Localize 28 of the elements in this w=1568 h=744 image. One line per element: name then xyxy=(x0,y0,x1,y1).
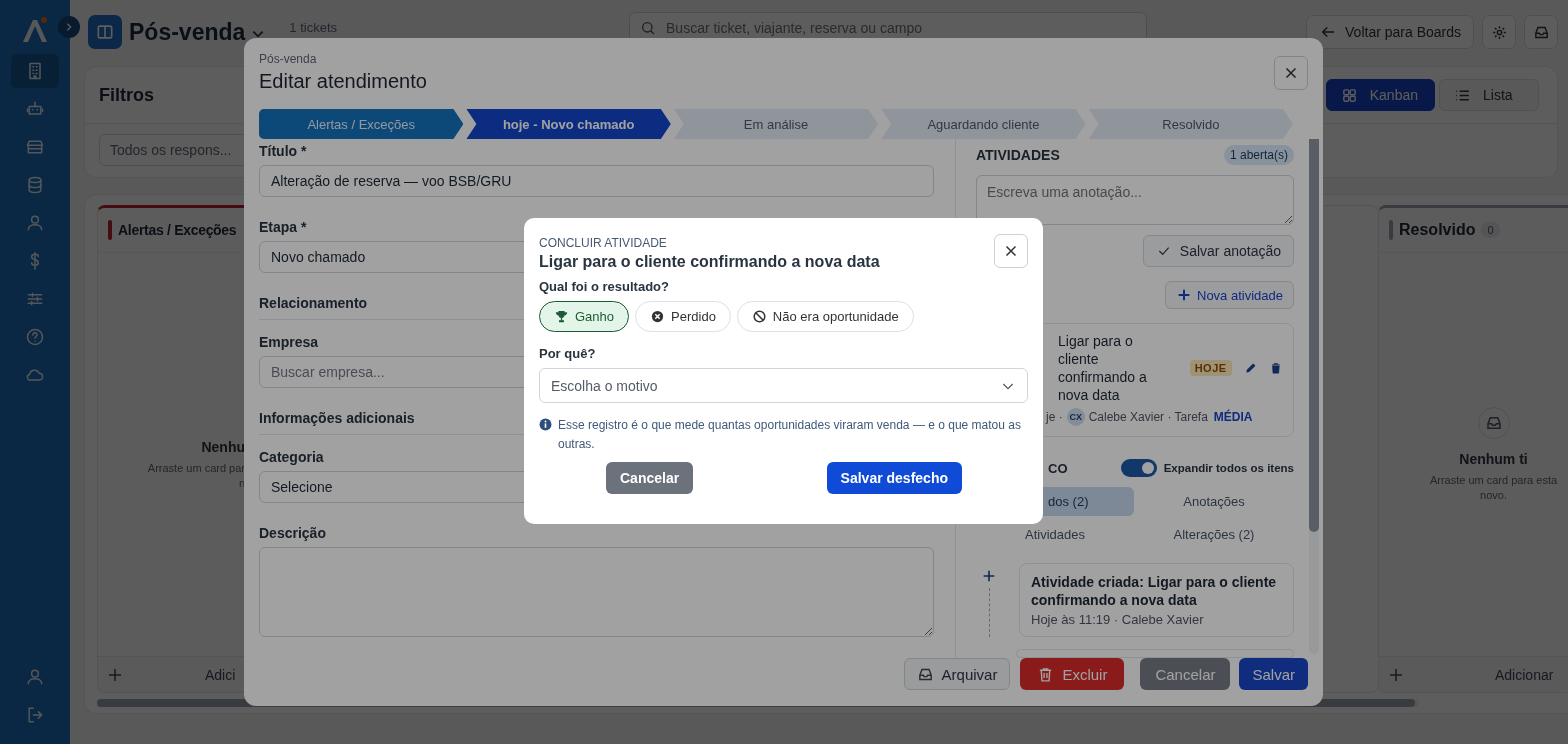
empty-title: Nenhu xyxy=(201,438,245,455)
priority-label: MÉDIA xyxy=(1213,410,1253,424)
empty-title: Nenhum ti xyxy=(1459,450,1528,467)
dialog-title: Ligar para o cliente confirmando a nova data xyxy=(539,253,880,271)
event-meta: Hoje às 11:19 · Calebe Xavier xyxy=(1031,612,1205,627)
activities-title: ATIVIDADES xyxy=(976,147,1060,163)
event-title: Atividade criada: Ligar para o cliente confirmando a nova data xyxy=(1031,573,1278,609)
field-label: Categoria xyxy=(259,449,325,465)
reason-label: Por quê? xyxy=(539,346,597,361)
toggle-label: Expandir todos os itens xyxy=(1163,462,1294,474)
activity-title: Ligar para o cliente confirmando a nova data xyxy=(1058,332,1148,404)
field-label: Etapa * xyxy=(259,219,308,235)
due-badge: HOJE xyxy=(1189,360,1232,376)
field-label: Empresa xyxy=(259,334,320,350)
activity-date: je · xyxy=(1046,410,1063,424)
column-title: Resolvido xyxy=(1399,221,1476,239)
dialog-eyebrow: CONCLUIR ATIVIDADE xyxy=(539,236,668,250)
activity-owner: Calebe Xavier · Tarefa xyxy=(1088,410,1208,424)
open-count-badge: 1 aberta(s) xyxy=(1223,145,1294,165)
breadcrumb: Pós-venda xyxy=(259,52,318,66)
field-label: Descrição xyxy=(259,525,327,541)
question-label: Qual foi o resultado? xyxy=(539,279,670,294)
filters-title: Filtros xyxy=(99,84,154,106)
avatar: CX xyxy=(1066,408,1085,426)
page-title: Pós-venda xyxy=(129,18,246,46)
dialog-title: Editar atendimento xyxy=(259,70,427,93)
history-title: CO xyxy=(1048,460,1069,476)
column-title: Alertas / Exceções xyxy=(118,222,237,238)
